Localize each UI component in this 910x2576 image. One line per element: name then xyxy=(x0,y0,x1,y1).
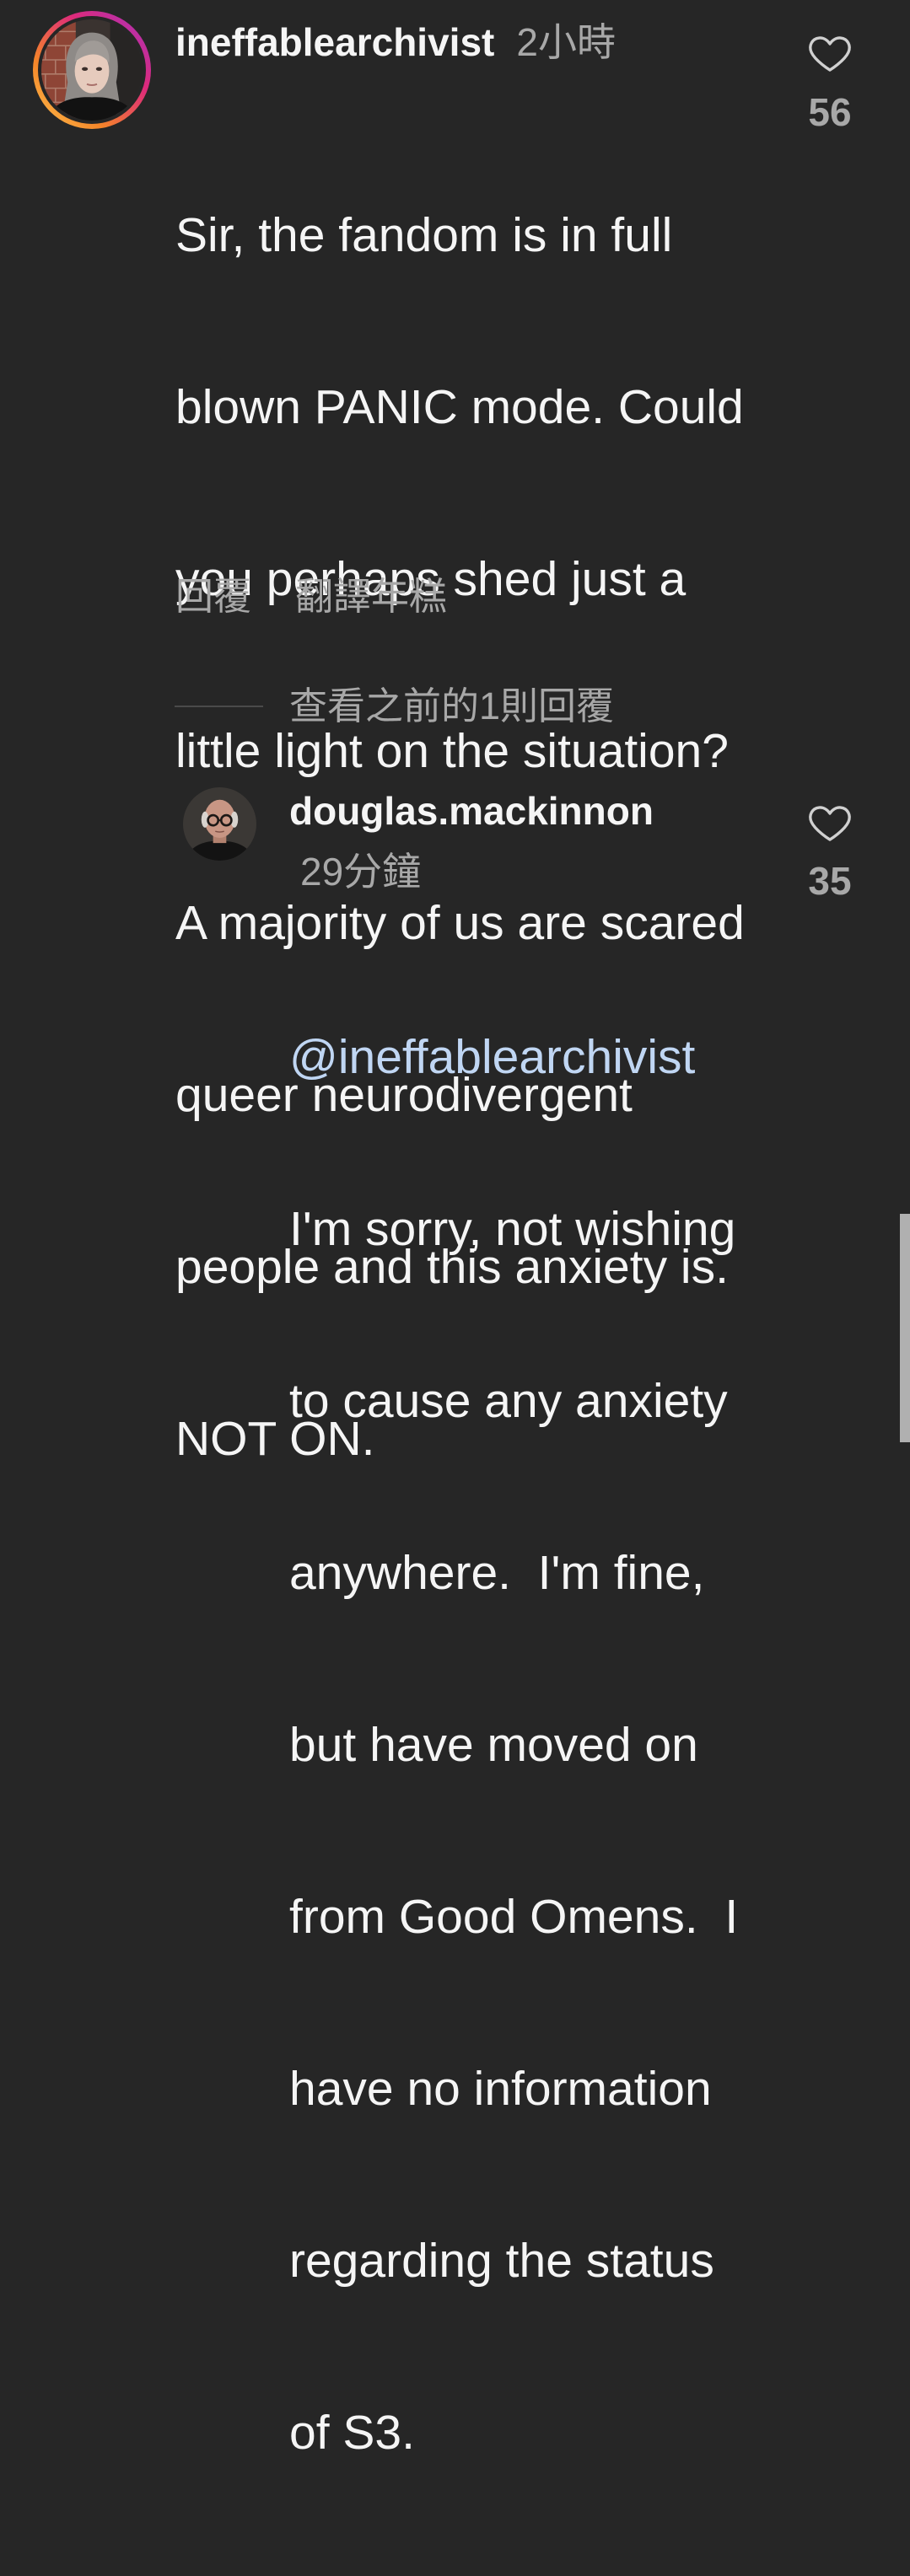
story-ring[interactable] xyxy=(33,11,151,129)
like-count: 56 xyxy=(808,90,852,134)
avatar[interactable] xyxy=(183,787,256,861)
timestamp: 29分鐘 xyxy=(300,850,422,894)
reply-text-line: have no information xyxy=(289,2062,712,2116)
eye xyxy=(82,67,89,71)
reply-text-line: regarding the status xyxy=(289,2234,714,2288)
view-previous-replies[interactable]: 查看之前的1則回覆 xyxy=(175,683,614,730)
reply-header: douglas.mackinnon xyxy=(289,787,654,835)
comment-text-line: blown PANIC mode. Could xyxy=(175,380,744,434)
replies-divider-line xyxy=(175,706,263,707)
avatar-photo xyxy=(183,787,256,861)
mention-link[interactable]: @ineffablearchivist xyxy=(289,1028,738,1086)
reply-text-line: but have moved on xyxy=(289,1718,698,1772)
heart-outline[interactable] xyxy=(809,36,851,72)
comment-text-line: little light on the situation? xyxy=(175,724,729,778)
like-count: 35 xyxy=(808,859,852,903)
reply-text-line: to cause any anxiety xyxy=(289,1374,728,1428)
see-translation-button[interactable]: 翻譯年糕 xyxy=(295,573,447,620)
reply-button[interactable]: 回覆 xyxy=(175,573,251,620)
reply-text-line: of S3. xyxy=(289,2406,415,2460)
reply-time-row: 29分鐘 xyxy=(300,848,421,895)
username[interactable]: douglas.mackinnon xyxy=(289,787,654,835)
scrollbar-thumb[interactable] xyxy=(900,1214,910,1442)
avatar[interactable] xyxy=(41,19,143,121)
comment-header: ineffablearchivist 2小時 xyxy=(175,19,616,66)
reply-text-line: anywhere. I'm fine, xyxy=(289,1546,705,1600)
comment-actions: 回覆 翻譯年糕 xyxy=(175,573,447,620)
heart-icon[interactable] xyxy=(806,799,853,846)
username[interactable]: ineffablearchivist xyxy=(175,19,494,66)
heart-icon[interactable] xyxy=(806,30,853,77)
reply-text: @ineffablearchivist I'm sorry, not wishi… xyxy=(289,914,738,2576)
view-replies-label[interactable]: 查看之前的1則回覆 xyxy=(289,683,614,730)
comment-text-line: Sir, the fandom is in full xyxy=(175,208,673,262)
timestamp: 2小時 xyxy=(516,20,616,64)
eye xyxy=(95,67,102,71)
heart-outline[interactable] xyxy=(809,806,851,841)
reply-text-line: from Good Omens. I xyxy=(289,1890,739,1944)
reply-text-line: I'm sorry, not wishing xyxy=(289,1202,736,1256)
avatar-photo xyxy=(41,19,143,121)
